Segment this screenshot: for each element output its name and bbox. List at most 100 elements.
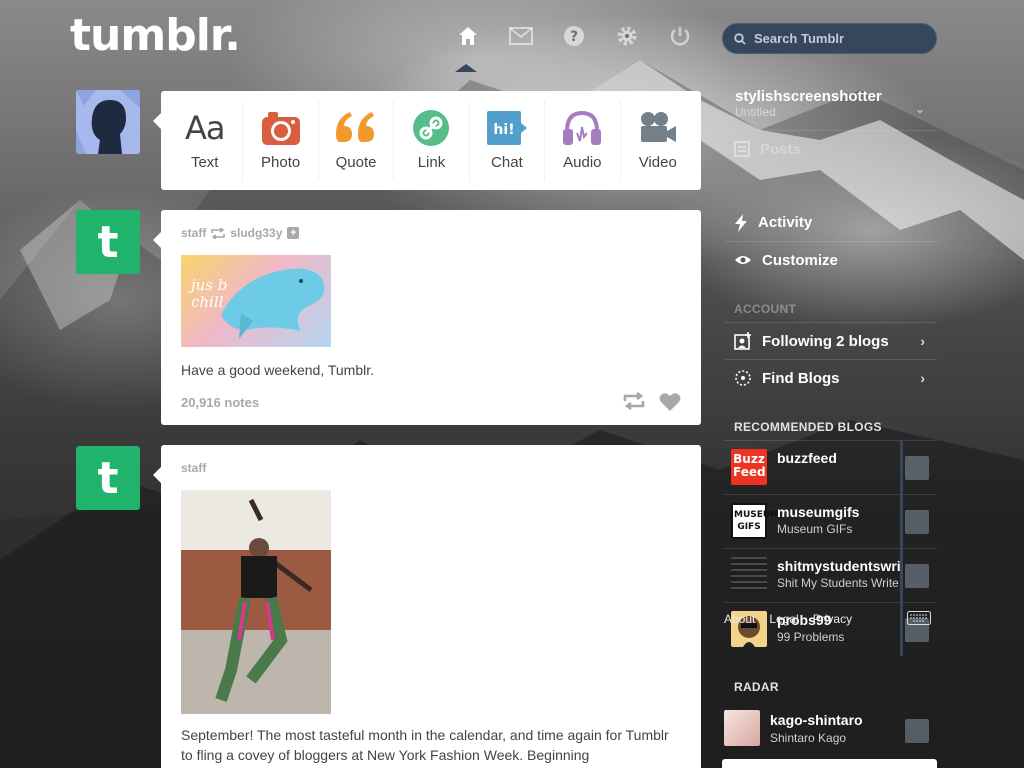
- compass-icon: [735, 370, 751, 386]
- link-icon: [413, 110, 450, 146]
- help-icon[interactable]: ?: [558, 22, 589, 50]
- post-type-video-button[interactable]: Video: [619, 100, 695, 181]
- recommended-blog-item[interactable]: MUSEUM GIFS museumgifs Museum GIFs: [724, 494, 937, 548]
- sidebar-item-label: Find Blogs: [762, 369, 840, 387]
- sidebar-item-posts[interactable]: Posts: [724, 130, 937, 167]
- sidebar-item-label: Activity: [758, 214, 813, 231]
- text-icon: Aa: [184, 109, 225, 147]
- blog-avatar: [731, 557, 767, 593]
- sidebar-item-label: Posts: [760, 140, 801, 158]
- chevron-right-icon: ›: [920, 370, 925, 386]
- blog-title: Museum GIFs: [777, 522, 853, 536]
- follow-button[interactable]: [905, 456, 929, 480]
- blog-title: Shintaro Kago: [770, 731, 847, 745]
- footer-link-privacy[interactable]: Privacy: [813, 612, 852, 626]
- radar-post-preview[interactable]: [722, 759, 937, 768]
- radar-heading: RADAR: [734, 680, 779, 694]
- blog-name: shitmystudentswrite: [777, 558, 901, 574]
- chevron-down-icon[interactable]: ⌄: [915, 102, 925, 116]
- tumblr-t-logo: t: [97, 216, 119, 268]
- sidebar-item-customize[interactable]: Customize: [724, 241, 937, 278]
- notes-count[interactable]: 20,916 notes: [181, 395, 259, 410]
- sidebar-item-label: Following 2 blogs: [762, 332, 889, 350]
- follow-button[interactable]: [905, 719, 929, 743]
- post-photo[interactable]: jus b chill: [181, 255, 331, 347]
- search-icon: [734, 32, 746, 45]
- reblogged-from[interactable]: sludg33y: [230, 226, 282, 240]
- active-nav-indicator: [455, 64, 477, 72]
- reblog-button-icon[interactable]: [623, 392, 645, 410]
- follow-button[interactable]: [905, 510, 929, 534]
- post-type-link-button[interactable]: Link: [393, 100, 468, 181]
- like-heart-icon[interactable]: [659, 392, 681, 412]
- blog-name: stylishscreenshotter: [735, 88, 882, 105]
- post-body-text: September! The most tasteful month in th…: [181, 727, 669, 763]
- sidebar-scrollbar[interactable]: [900, 440, 903, 656]
- staff-avatar[interactable]: t: [76, 210, 140, 274]
- blog-title: 99 Problems: [777, 630, 845, 644]
- sidebar-item-following[interactable]: Following 2 blogs ›: [724, 322, 937, 359]
- post-photo[interactable]: [181, 490, 331, 714]
- follow-button[interactable]: [905, 564, 929, 588]
- post-body-text: Have a good weekend, Tumblr.: [181, 362, 375, 378]
- quote-icon: [336, 110, 376, 146]
- post-card: staff sludg33y + jus b chill Have a good…: [153, 210, 701, 425]
- search-box[interactable]: [722, 23, 937, 54]
- post-type-quote-button[interactable]: Quote: [317, 100, 393, 181]
- footer-link-about[interactable]: About: [724, 612, 755, 626]
- svg-text:hi!: hi!: [493, 122, 514, 138]
- blog-name: museumgifs: [777, 504, 860, 520]
- blog-title: Shit My Students Write: [777, 576, 899, 590]
- recommended-blog-item[interactable]: Buzz Feed buzzfeed: [724, 440, 937, 494]
- recommended-heading: RECOMMENDED BLOGS: [734, 420, 882, 434]
- post-actions: [623, 392, 681, 412]
- post-author[interactable]: staff: [181, 461, 206, 475]
- home-icon[interactable]: [452, 22, 483, 50]
- reblog-icon: [211, 227, 226, 239]
- add-person-icon: [734, 332, 751, 350]
- post-header: staff sludg33y +: [181, 226, 300, 240]
- post-type-chooser: Aa Text Photo Quote Link hi! Chat Audio: [153, 91, 701, 190]
- chat-icon: hi!: [486, 110, 527, 146]
- blog-avatar: Buzz Feed: [731, 449, 767, 485]
- search-input[interactable]: [754, 31, 924, 46]
- blog-name: kago-shintaro: [770, 712, 863, 728]
- tumblr-t-logo: t: [97, 452, 119, 504]
- posts-icon: [734, 141, 750, 157]
- blog-avatar: [724, 710, 760, 746]
- footer-links: About Legal Privacy: [724, 612, 852, 626]
- blog-switcher[interactable]: stylishscreenshotter Untitled: [735, 88, 882, 119]
- post-author[interactable]: staff: [181, 226, 206, 240]
- blog-title: Untitled: [735, 105, 776, 119]
- logout-power-icon[interactable]: [664, 22, 695, 50]
- inbox-icon[interactable]: [505, 22, 536, 50]
- eye-icon: [735, 256, 751, 264]
- headphones-icon: [563, 110, 602, 146]
- account-heading: ACCOUNT: [734, 302, 797, 316]
- post-card: staff September! The most tasteful month…: [153, 445, 701, 768]
- footer-link-legal[interactable]: Legal: [769, 612, 798, 626]
- video-camera-icon: [639, 110, 677, 146]
- sidebar-item-label: Customize: [762, 251, 838, 269]
- staff-avatar[interactable]: t: [76, 446, 140, 510]
- recommended-blog-item[interactable]: probs99 99 Problems: [724, 602, 937, 656]
- tumblr-logo[interactable]: tumblr.: [70, 10, 241, 61]
- keyboard-shortcuts-icon[interactable]: [907, 611, 931, 625]
- chevron-right-icon: ›: [920, 333, 925, 349]
- sidebar-item-activity[interactable]: Activity: [724, 204, 937, 241]
- post-type-photo-button[interactable]: Photo: [242, 100, 317, 181]
- sidebar-item-find-blogs[interactable]: Find Blogs ›: [724, 359, 937, 396]
- follow-plus-icon[interactable]: +: [287, 227, 300, 239]
- post-header: staff: [181, 461, 206, 475]
- camera-icon: [261, 110, 300, 146]
- recommended-blog-item[interactable]: shitmystudentswrite Shit My Students Wri…: [724, 548, 937, 602]
- svg-text:?: ?: [569, 29, 577, 45]
- photo-caption-text: jus b chill: [191, 276, 228, 311]
- radar-blog-item[interactable]: kago-shintaro Shintaro Kago: [724, 704, 937, 758]
- post-type-audio-button[interactable]: Audio: [544, 100, 619, 181]
- user-avatar[interactable]: [76, 90, 140, 154]
- post-type-chat-button[interactable]: hi! Chat: [468, 100, 544, 181]
- settings-gear-icon[interactable]: [611, 22, 642, 50]
- post-type-text-button[interactable]: Aa Text: [167, 101, 242, 181]
- lightning-icon: [735, 213, 747, 232]
